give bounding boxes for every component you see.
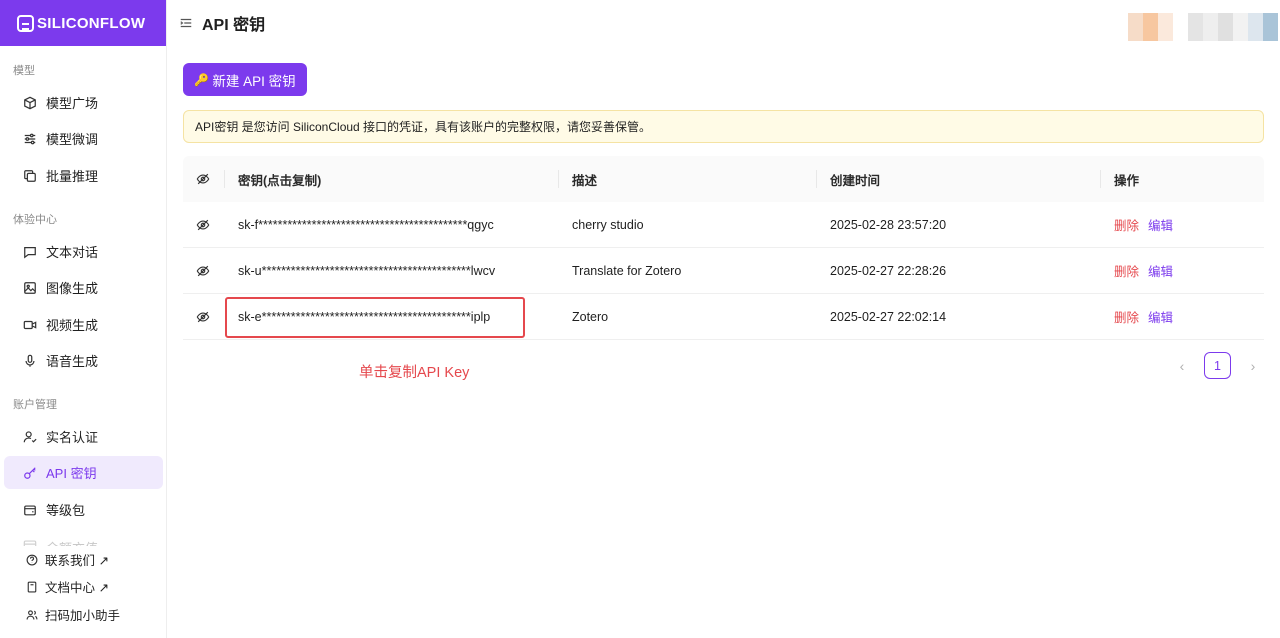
sidebar-item-fine-tune[interactable]: 模型微调 xyxy=(4,122,163,155)
pagination-next-icon[interactable]: › xyxy=(1243,353,1263,379)
page-header: API 密钥 xyxy=(167,0,1280,46)
menu-toggle-icon[interactable] xyxy=(179,16,193,30)
sidebar-item-voice-gen[interactable]: 语音生成 xyxy=(4,344,163,377)
section-title-account: 账户管理 xyxy=(13,399,57,411)
sidebar-item-label: API 密钥 xyxy=(46,466,97,481)
delete-button[interactable]: 删除 xyxy=(1114,311,1139,325)
row-actions: 删除 编辑 xyxy=(1114,215,1173,234)
video-icon xyxy=(23,318,37,332)
chat-icon xyxy=(23,245,37,259)
sidebar-item-label: 文本对话 xyxy=(46,245,99,260)
sidebar-item-label: 批量推理 xyxy=(46,169,99,184)
key-description: Translate for Zotero xyxy=(572,263,682,278)
table-row: sk-f************************************… xyxy=(183,202,1264,248)
sidebar-item-label: 模型广场 xyxy=(46,96,99,111)
delete-button[interactable]: 删除 xyxy=(1114,265,1139,279)
wallet-icon xyxy=(23,503,37,517)
key-description: Zotero xyxy=(572,309,609,324)
sidebar-item-video-gen[interactable]: 视频生成 xyxy=(4,308,163,341)
user-check-icon xyxy=(23,430,37,444)
new-api-key-button[interactable]: 🔑 新建 API 密钥 xyxy=(183,63,307,96)
sidebar-item-api-keys[interactable]: API 密钥 xyxy=(4,456,163,489)
api-key-value[interactable]: sk-u************************************… xyxy=(238,264,495,278)
edit-button[interactable]: 编辑 xyxy=(1148,311,1173,325)
sidebar-item-recharge[interactable]: 余额充值 xyxy=(4,530,163,546)
footer-contact-link[interactable]: 联系我们 ↗ xyxy=(26,550,109,569)
new-api-key-label: 新建 API 密钥 xyxy=(212,73,296,89)
key-icon: 🔑 xyxy=(194,72,210,87)
table-header: 密钥(点击复制) 描述 创建时间 操作 xyxy=(183,156,1264,202)
sidebar: SILICONFLOW 模型 模型广场 模型微调 批量推理 体验中心 文本对话 … xyxy=(0,0,167,638)
sidebar-item-label: 视频生成 xyxy=(46,318,99,333)
sidebar-item-label: 余额充值 xyxy=(46,538,98,546)
sidebar-item-batch-inference[interactable]: 批量推理 xyxy=(4,159,163,192)
edit-button[interactable]: 编辑 xyxy=(1148,265,1173,279)
brand-logo[interactable]: SILICONFLOW xyxy=(0,0,166,46)
table-row: sk-u************************************… xyxy=(183,248,1264,294)
sidebar-item-label: 图像生成 xyxy=(46,281,99,296)
header-key: 密钥(点击复制) xyxy=(238,173,322,188)
key-icon xyxy=(23,466,37,480)
key-created-time: 2025-02-27 22:28:26 xyxy=(830,263,947,278)
mic-icon xyxy=(23,354,37,368)
cube-icon xyxy=(23,96,37,110)
image-icon xyxy=(23,281,37,295)
pagination-prev-icon[interactable]: ‹ xyxy=(1172,353,1192,379)
help-icon xyxy=(26,554,38,566)
sidebar-item-model-plaza[interactable]: 模型广场 xyxy=(4,86,163,119)
row-actions: 删除 编辑 xyxy=(1114,261,1173,280)
header-actions: 操作 xyxy=(1114,173,1140,188)
annotation-text: 单击复制API Key xyxy=(359,365,470,381)
key-created-time: 2025-02-27 22:02:14 xyxy=(830,309,947,324)
key-description: cherry studio xyxy=(572,217,644,232)
api-key-value[interactable]: sk-f************************************… xyxy=(238,218,494,232)
logo-icon xyxy=(17,14,34,32)
api-key-value[interactable]: sk-e************************************… xyxy=(238,310,490,324)
eye-off-icon[interactable] xyxy=(196,218,210,232)
sidebar-item-label: 等级包 xyxy=(46,503,86,518)
section-title-experience: 体验中心 xyxy=(13,214,57,226)
sidebar-item-label: 实名认证 xyxy=(46,430,99,445)
pagination: ‹ 1 › xyxy=(1172,352,1263,379)
user-avatar[interactable] xyxy=(1128,13,1278,41)
sidebar-item-image-gen[interactable]: 图像生成 xyxy=(4,271,163,304)
eye-off-icon[interactable] xyxy=(196,264,210,278)
footer-assistant-link[interactable]: 扫码加小助手 xyxy=(26,605,120,624)
section-title-models: 模型 xyxy=(13,65,35,77)
delete-button[interactable]: 删除 xyxy=(1114,219,1139,233)
key-created-time: 2025-02-28 23:57:20 xyxy=(830,217,947,232)
users-icon xyxy=(26,609,38,621)
table-row: sk-e************************************… xyxy=(183,294,1264,340)
sidebar-item-label: 模型微调 xyxy=(46,132,99,147)
copy-icon xyxy=(23,169,37,183)
footer-assistant-label: 扫码加小助手 xyxy=(45,609,121,623)
footer-docs-link[interactable]: 文档中心 ↗ xyxy=(26,577,109,596)
footer-contact-label: 联系我们 ↗ xyxy=(45,554,109,568)
eye-off-icon[interactable] xyxy=(196,310,210,324)
sidebar-item-label: 语音生成 xyxy=(46,354,99,369)
header-time: 创建时间 xyxy=(830,173,881,188)
sidebar-item-verification[interactable]: 实名认证 xyxy=(4,420,163,453)
sidebar-item-text-chat[interactable]: 文本对话 xyxy=(4,235,163,268)
footer-docs-label: 文档中心 ↗ xyxy=(45,581,109,595)
notice-banner: API密钥 是您访问 SiliconCloud 接口的凭证，具有该账户的完整权限… xyxy=(183,110,1264,143)
row-actions: 删除 编辑 xyxy=(1114,307,1173,326)
eye-off-icon[interactable] xyxy=(196,172,210,186)
api-keys-table: 密钥(点击复制) 描述 创建时间 操作 sk-f****************… xyxy=(183,156,1264,340)
sidebar-item-level-package[interactable]: 等级包 xyxy=(4,493,163,526)
brand-name: SILICONFLOW xyxy=(37,14,146,32)
sliders-icon xyxy=(23,132,37,146)
pagination-page[interactable]: 1 xyxy=(1204,352,1231,379)
notice-text: API密钥 是您访问 SiliconCloud 接口的凭证，具有该账户的完整权限… xyxy=(195,120,652,134)
header-desc: 描述 xyxy=(572,173,598,188)
page-title: API 密钥 xyxy=(202,17,266,34)
book-icon xyxy=(26,581,38,593)
card-icon xyxy=(23,538,37,546)
edit-button[interactable]: 编辑 xyxy=(1148,219,1173,233)
